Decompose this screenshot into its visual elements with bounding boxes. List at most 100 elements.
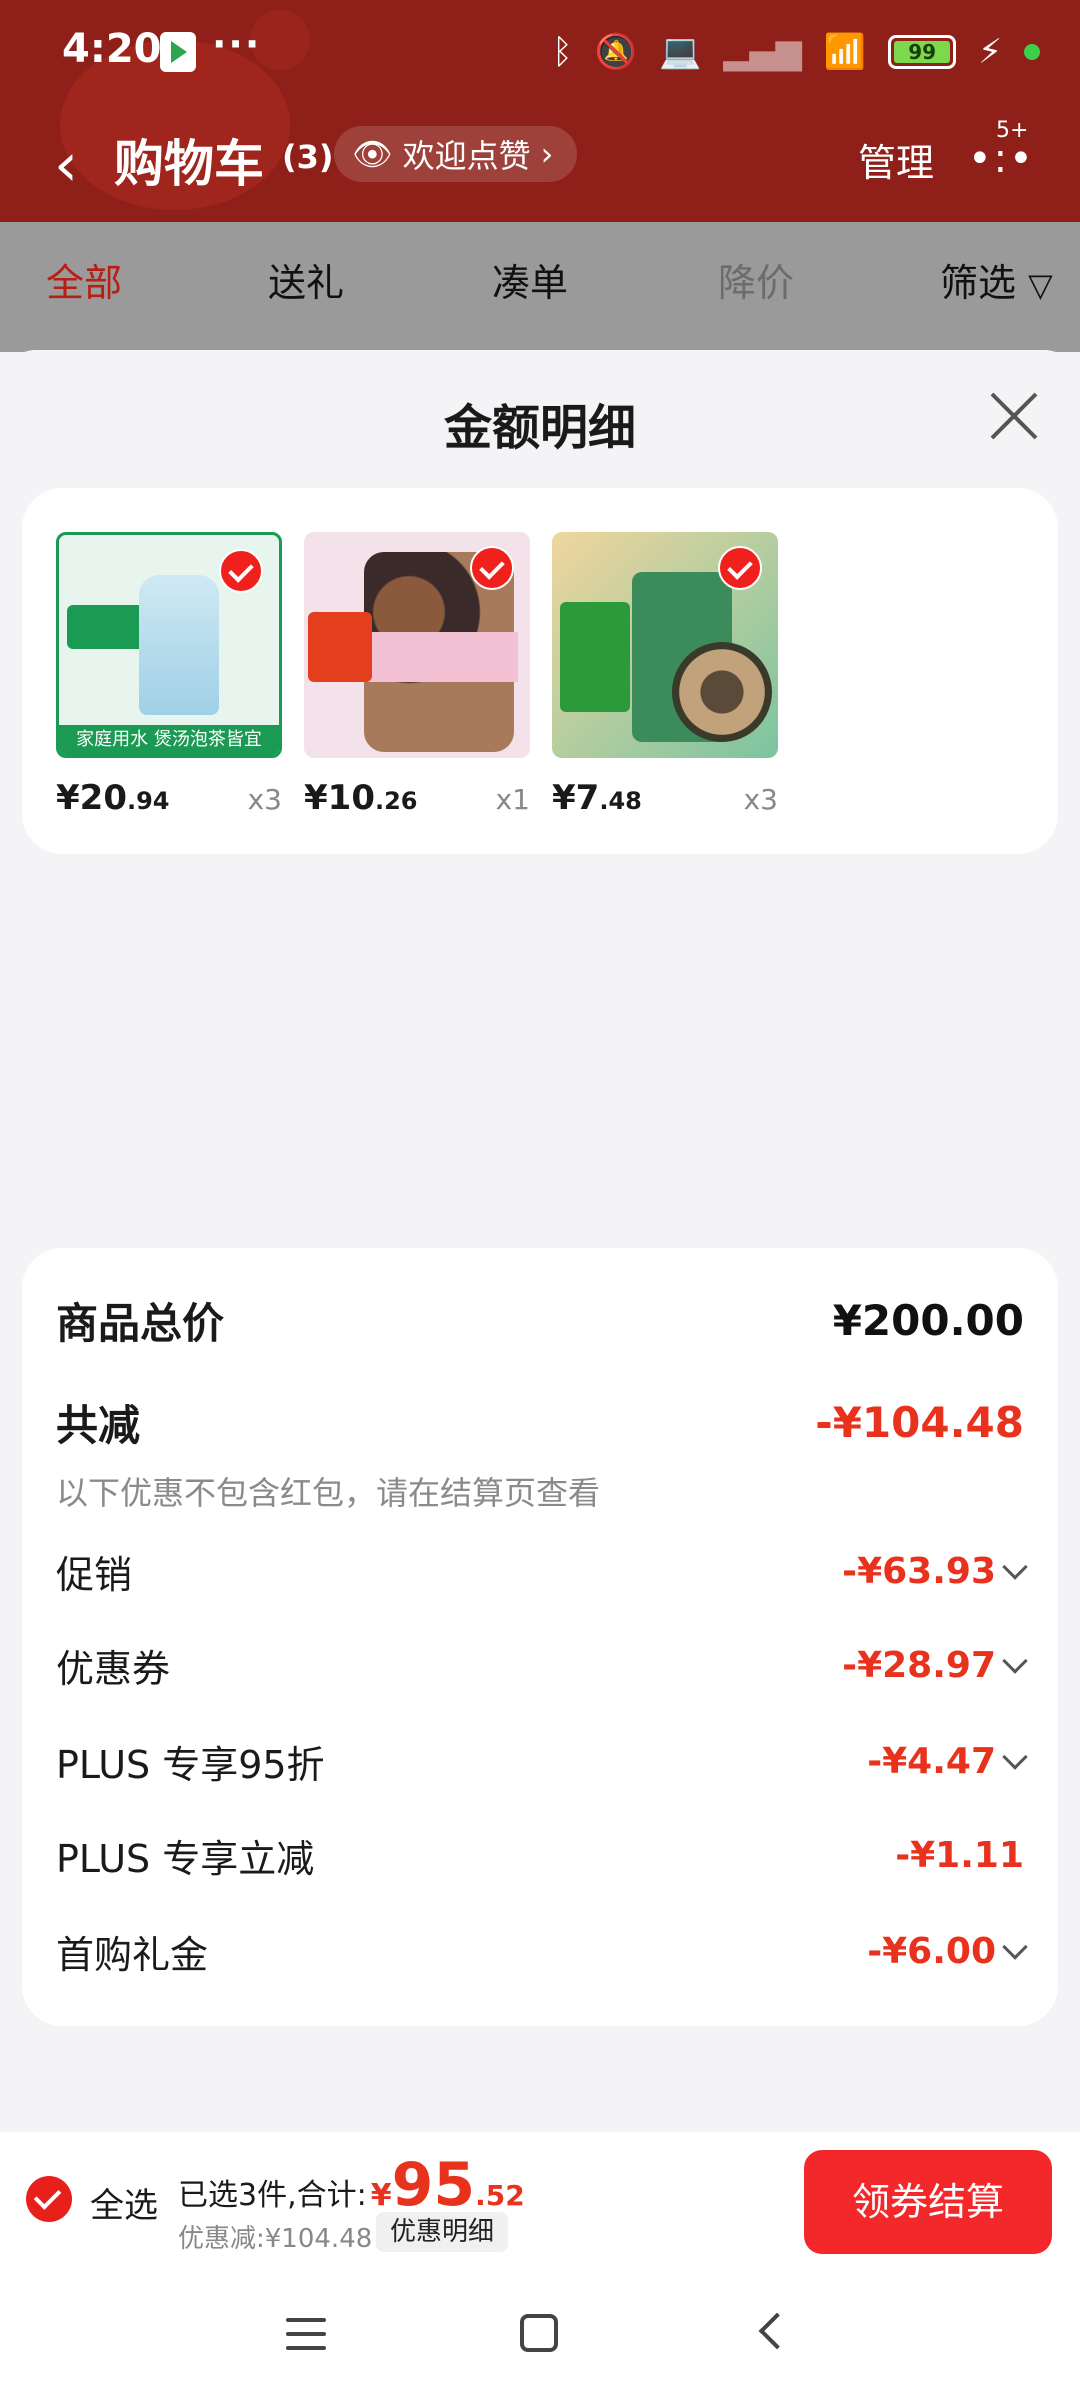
discount-label: PLUS 专享立减: [56, 1837, 315, 1881]
price-summary-card: 商品总价 ¥200.00 共减 -¥104.48 以下优惠不包含红包，请在结算页…: [22, 1248, 1058, 2026]
total-reduce-value: -¥104.48: [815, 1398, 1024, 1447]
discount-value: -¥1.11: [895, 1835, 1024, 1876]
price-int: ¥10: [304, 778, 375, 818]
total-price-label: 商品总价: [56, 1299, 225, 1348]
home-icon[interactable]: [520, 2314, 558, 2352]
wifi-icon: 📶: [823, 32, 867, 72]
product-label: [368, 632, 518, 682]
product-image: 家庭用水 煲汤泡茶皆宜: [56, 532, 282, 758]
select-all-label[interactable]: 全选: [90, 2178, 158, 2227]
product-price: ¥7.48: [552, 778, 642, 818]
product-qty: x1: [495, 783, 530, 816]
selected-count-text: 已选3件,合计:: [178, 2178, 367, 2213]
total-reduce-row: 共减 -¥104.48: [56, 1392, 1024, 1453]
amount-detail-sheet: 金额明细 家庭用水 煲汤泡茶皆宜 ¥20.94 x3 ¥10.26 x1 ¥7.…: [0, 350, 1080, 2132]
discount-note: 以下优惠不包含红包，请在结算页查看: [56, 1474, 601, 1512]
status-time: 4:20: [62, 26, 162, 72]
checkout-bar: 全选 已选3件,合计: ¥ 95 .52 优惠减:¥104.48 优惠明细 领券…: [0, 2132, 1080, 2268]
product-image: [552, 532, 778, 758]
nav-bar: ‹ 购物车 (3) 👁 欢迎点赞 › 管理 •:• 5+: [0, 110, 1080, 220]
checkout-button[interactable]: 领券结算: [804, 2150, 1052, 2254]
total-int: 95: [391, 2150, 476, 2220]
discount-value: -¥28.97: [842, 1645, 1028, 1686]
product-price: ¥20.94: [56, 778, 170, 818]
product-tag: [308, 612, 372, 682]
product-item[interactable]: 家庭用水 煲汤泡茶皆宜 ¥20.94 x3: [56, 532, 282, 818]
discount-amount: -¥4.47: [867, 1741, 996, 1782]
price-dec: .48: [599, 787, 642, 815]
chevron-down-icon: [1002, 1743, 1028, 1770]
tab-all[interactable]: 全部: [46, 252, 122, 307]
discount-row-coupon[interactable]: 优惠券 -¥28.97: [56, 1638, 1028, 1693]
system-nav-bar: [0, 2268, 1080, 2400]
tab-filter[interactable]: 筛选 ▽: [940, 252, 1053, 307]
tab-filter-label: 筛选: [940, 261, 1017, 305]
laptop-icon: 💻: [658, 32, 702, 72]
discount-label: 首购礼金: [56, 1933, 209, 1977]
filter-tabs: 全部 送礼 凑单 降价 筛选 ▽: [0, 222, 1080, 352]
selected-check-icon[interactable]: [219, 549, 263, 593]
chevron-down-icon: [1002, 1933, 1028, 1960]
discount-value: -¥63.93: [842, 1551, 1028, 1592]
product-qty: x3: [247, 783, 282, 816]
header-area: 4:20 ··· ᛒ 🔕 💻 ▂▄▆ 📶 99 ⚡ ‹ 购物车 (3) 👁 欢迎…: [0, 0, 1080, 222]
selected-check-icon[interactable]: [718, 546, 762, 590]
price-int: ¥7: [552, 778, 600, 818]
menu-icon[interactable]: [286, 2318, 326, 2352]
tab-price-drop[interactable]: 降价: [718, 252, 794, 307]
chevron-right-icon: ›: [540, 135, 554, 173]
discount-value: -¥6.00: [867, 1931, 1028, 1972]
price-dec: .94: [126, 787, 170, 815]
product-band-text: 家庭用水 煲汤泡茶皆宜: [59, 725, 279, 755]
product-image: [304, 532, 530, 758]
eye-icon: 👁: [352, 135, 393, 173]
charging-icon: ⚡: [978, 32, 1002, 72]
price-dec: .26: [374, 787, 418, 815]
select-all-checkbox[interactable]: [26, 2176, 72, 2222]
cart-count: (3): [282, 138, 334, 176]
total-price-row: 商品总价 ¥200.00: [56, 1290, 1024, 1351]
discount-amount: -¥1.11: [895, 1835, 1024, 1876]
product-tag: [560, 602, 630, 712]
manage-button[interactable]: 管理: [858, 132, 934, 187]
total-currency: ¥: [370, 2178, 392, 2213]
discount-label: PLUS 专享95折: [56, 1743, 325, 1787]
discount-row-plus-95[interactable]: PLUS 专享95折 -¥4.47: [56, 1734, 1028, 1789]
tab-bundle[interactable]: 凑单: [492, 252, 568, 307]
product-bottle: [139, 575, 219, 715]
more-notifications-icon: ···: [212, 22, 262, 66]
total-reduce-label: 共减: [56, 1401, 141, 1450]
mute-icon: 🔕: [594, 32, 637, 72]
discount-row-first-buy[interactable]: 首购礼金 -¥6.00: [56, 1924, 1028, 1979]
message-badge: 5+: [996, 118, 1029, 143]
back-icon[interactable]: [758, 2312, 796, 2350]
price-int: ¥20: [56, 778, 127, 818]
selected-check-icon[interactable]: [470, 546, 514, 590]
discount-label: 促销: [56, 1553, 133, 1597]
status-icons: ᛒ 🔕 💻 ▂▄▆ 📶 99 ⚡: [552, 30, 1040, 74]
discount-row-plus-reduce: PLUS 专享立减 -¥1.11: [56, 1828, 1024, 1883]
battery-icon: 99: [888, 35, 957, 69]
discount-amount: -¥63.93: [842, 1551, 996, 1592]
welcome-like-button[interactable]: 👁 欢迎点赞 ›: [334, 126, 578, 182]
discount-value: -¥4.47: [867, 1741, 1028, 1782]
privacy-dot-icon: [1024, 44, 1040, 60]
filter-icon: ▽: [1028, 266, 1053, 304]
page-title: 购物车: [114, 135, 264, 193]
discount-detail-button[interactable]: 优惠明细: [376, 2212, 509, 2252]
discount-amount: -¥28.97: [842, 1645, 996, 1686]
back-arrow-icon[interactable]: ‹: [54, 130, 78, 200]
battery-level: 99: [894, 41, 951, 63]
close-icon[interactable]: [986, 388, 1042, 444]
discount-label: 优惠券: [56, 1647, 171, 1691]
product-grains: [672, 642, 772, 742]
tab-gift[interactable]: 送礼: [268, 252, 344, 307]
total-price-value: ¥200.00: [832, 1296, 1024, 1345]
chevron-down-icon: [1002, 1647, 1028, 1674]
discount-row-promotion[interactable]: 促销 -¥63.93: [56, 1544, 1028, 1599]
product-item[interactable]: ¥10.26 x1: [304, 532, 530, 818]
product-item[interactable]: ¥7.48 x3: [552, 532, 778, 818]
discount-amount: -¥6.00: [867, 1931, 996, 1972]
status-bar: 4:20 ··· ᛒ 🔕 💻 ▂▄▆ 📶 99 ⚡: [0, 0, 1080, 100]
sheet-title: 金额明细: [443, 400, 636, 456]
